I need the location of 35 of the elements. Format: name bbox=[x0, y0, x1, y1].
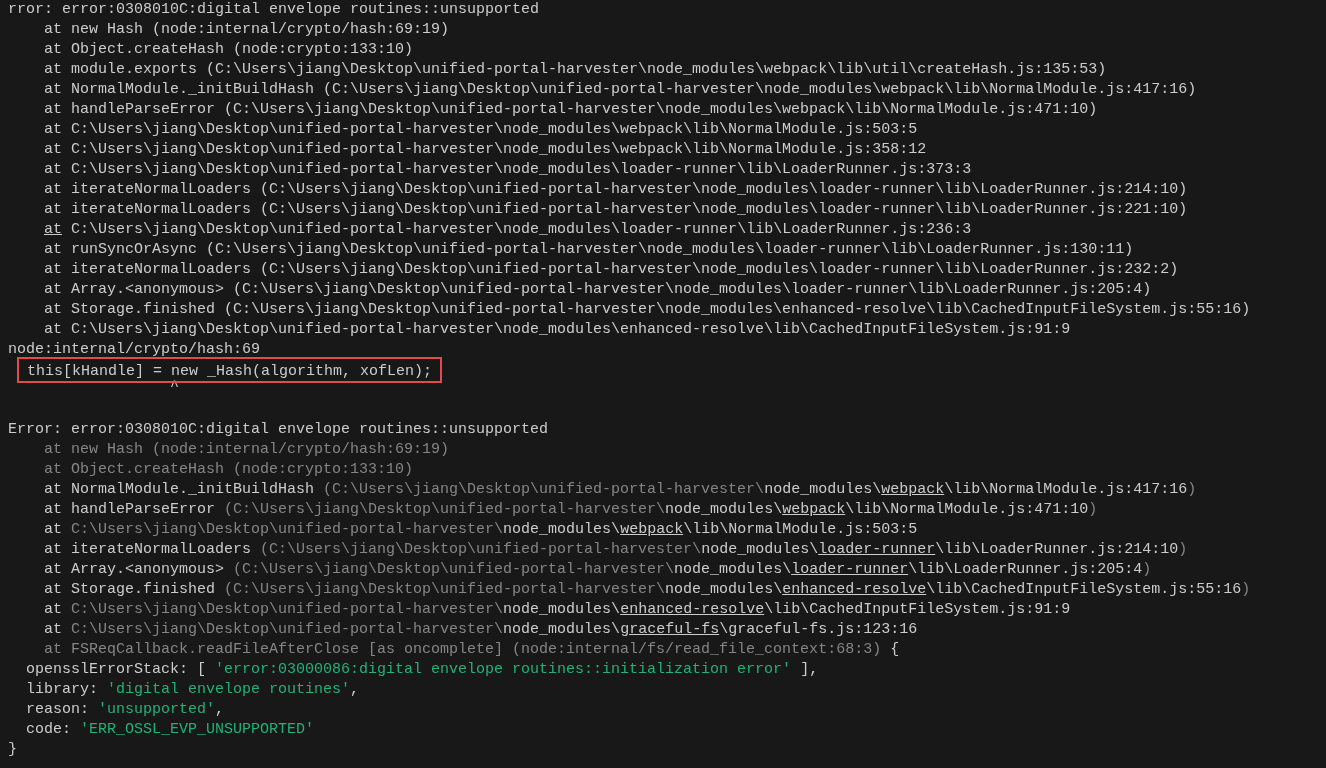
stack-frame-line: at NormalModule._initBuildHash (C:\Users\jiang\Desktop\unified-portal-harvester\node_modules\webpack\lib\NormalModule.js:417:16) bbox=[44, 80, 1197, 100]
stack-frame-line: at Storage.finished (C:\Users\jiang\Desktop\unified-portal-harvester\node_modules\enhanced-resolve\lib\CachedInputFileSystem.js:55:16) bbox=[44, 300, 1251, 320]
stack-frame-line: at iterateNormalLoaders (C:\Users\jiang\Desktop\unified-portal-harvester\node_modules\loader-runner\lib\LoaderRunner.js:214:10) bbox=[44, 180, 1188, 200]
stack-frame-line: at C:\Users\jiang\Desktop\unified-portal-harvester\node_modules\enhanced-resolve\lib\CachedInputFileSystem.js:91:9 bbox=[44, 600, 1071, 620]
output-line: node:internal/crypto/hash:69 bbox=[8, 340, 261, 360]
stack-frame-line: at new Hash (node:internal/crypto/hash:69:19) bbox=[44, 440, 450, 460]
stack-frame-line: at new Hash (node:internal/crypto/hash:69:19) bbox=[44, 20, 450, 40]
property-line: code: 'ERR_OSSL_EVP_UNSUPPORTED' bbox=[26, 720, 315, 740]
property-line: reason: 'unsupported', bbox=[26, 700, 225, 720]
stack-frame-line: at iterateNormalLoaders (C:\Users\jiang\Desktop\unified-portal-harvester\node_modules\loader-runner\lib\LoaderRunner.js:221:10) bbox=[44, 200, 1188, 220]
output-line: rror: error:0308010C:digital envelope routines::unsupported bbox=[8, 0, 540, 20]
stack-frame-line: at FSReqCallback.readFileAfterClose [as oncomplete] (node:internal/fs/read_file_context:68:3) { bbox=[44, 640, 900, 660]
stack-frame-line: at Array.<anonymous> (C:\Users\jiang\Desktop\unified-portal-harvester\node_modules\loader-runner\lib\LoaderRunner.js:205:4) bbox=[44, 280, 1152, 300]
stack-frame-line: at module.exports (C:\Users\jiang\Desktop\unified-portal-harvester\node_modules\webpack\lib\util\createHash.js:135:53) bbox=[44, 60, 1107, 80]
stack-frame-line: at C:\Users\jiang\Desktop\unified-portal-harvester\node_modules\enhanced-resolve\lib\CachedInputFileSystem.js:91:9 bbox=[44, 320, 1071, 340]
stack-frame-line: at C:\Users\jiang\Desktop\unified-portal-harvester\node_modules\loader-runner\lib\LoaderRunner.js:373:3 bbox=[44, 160, 972, 180]
stack-frame-line: at C:\Users\jiang\Desktop\unified-portal-harvester\node_modules\webpack\lib\NormalModule.js:503:5 bbox=[44, 120, 918, 140]
stack-frame-line: at handleParseError (C:\Users\jiang\Desktop\unified-portal-harvester\node_modules\webpack\lib\NormalModule.js:471:10) bbox=[44, 500, 1098, 520]
stack-frame-line: at runSyncOrAsync (C:\Users\jiang\Desktop\unified-portal-harvester\node_modules\loader-runner\lib\LoaderRunner.js:130:11) bbox=[44, 240, 1134, 260]
stack-frame-line: at iterateNormalLoaders (C:\Users\jiang\Desktop\unified-portal-harvester\node_modules\loader-runner\lib\LoaderRunner.js:214:10) bbox=[44, 540, 1188, 560]
property-line: library: 'digital envelope routines', bbox=[26, 680, 360, 700]
stack-frame-line: at C:\Users\jiang\Desktop\unified-portal-harvester\node_modules\webpack\lib\NormalModule.js:358:12 bbox=[44, 140, 927, 160]
stack-frame-line: at Storage.finished (C:\Users\jiang\Desktop\unified-portal-harvester\node_modules\enhanced-resolve\lib\CachedInputFileSystem.js:55:16) bbox=[44, 580, 1251, 600]
output-line: } bbox=[8, 740, 17, 760]
stack-frame-line: at Object.createHash (node:crypto:133:10) bbox=[44, 460, 414, 480]
stack-frame-line: at C:\Users\jiang\Desktop\unified-portal-harvester\node_modules\loader-runner\lib\LoaderRunner.js:236:3 bbox=[44, 220, 972, 240]
stack-frame-line: at handleParseError (C:\Users\jiang\Desktop\unified-portal-harvester\node_modules\webpack\lib\NormalModule.js:471:10) bbox=[44, 100, 1098, 120]
stack-frame-line: at C:\Users\jiang\Desktop\unified-portal-harvester\node_modules\graceful-fs\graceful-fs.js:123:16 bbox=[44, 620, 918, 640]
property-line: opensslErrorStack: [ 'error:03000086:digital envelope routines::initialization error' ], bbox=[26, 660, 819, 680]
stack-frame-line: at Array.<anonymous> (C:\Users\jiang\Desktop\unified-portal-harvester\node_modules\loader-runner\lib\LoaderRunner.js:205:4) bbox=[44, 560, 1152, 580]
stack-frame-line: at Object.createHash (node:crypto:133:10) bbox=[44, 40, 414, 60]
output-line: Error: error:0308010C:digital envelope routines::unsupported bbox=[8, 420, 549, 440]
stack-frame-line: at iterateNormalLoaders (C:\Users\jiang\Desktop\unified-portal-harvester\node_modules\loader-runner\lib\LoaderRunner.js:232:2) bbox=[44, 260, 1179, 280]
stack-frame-line: at NormalModule._initBuildHash (C:\Users\jiang\Desktop\unified-portal-harvester\node_modules\webpack\lib\NormalModule.js:417:16) bbox=[44, 480, 1197, 500]
stack-frame-line: at C:\Users\jiang\Desktop\unified-portal-harvester\node_modules\webpack\lib\NormalModule.js:503:5 bbox=[44, 520, 918, 540]
